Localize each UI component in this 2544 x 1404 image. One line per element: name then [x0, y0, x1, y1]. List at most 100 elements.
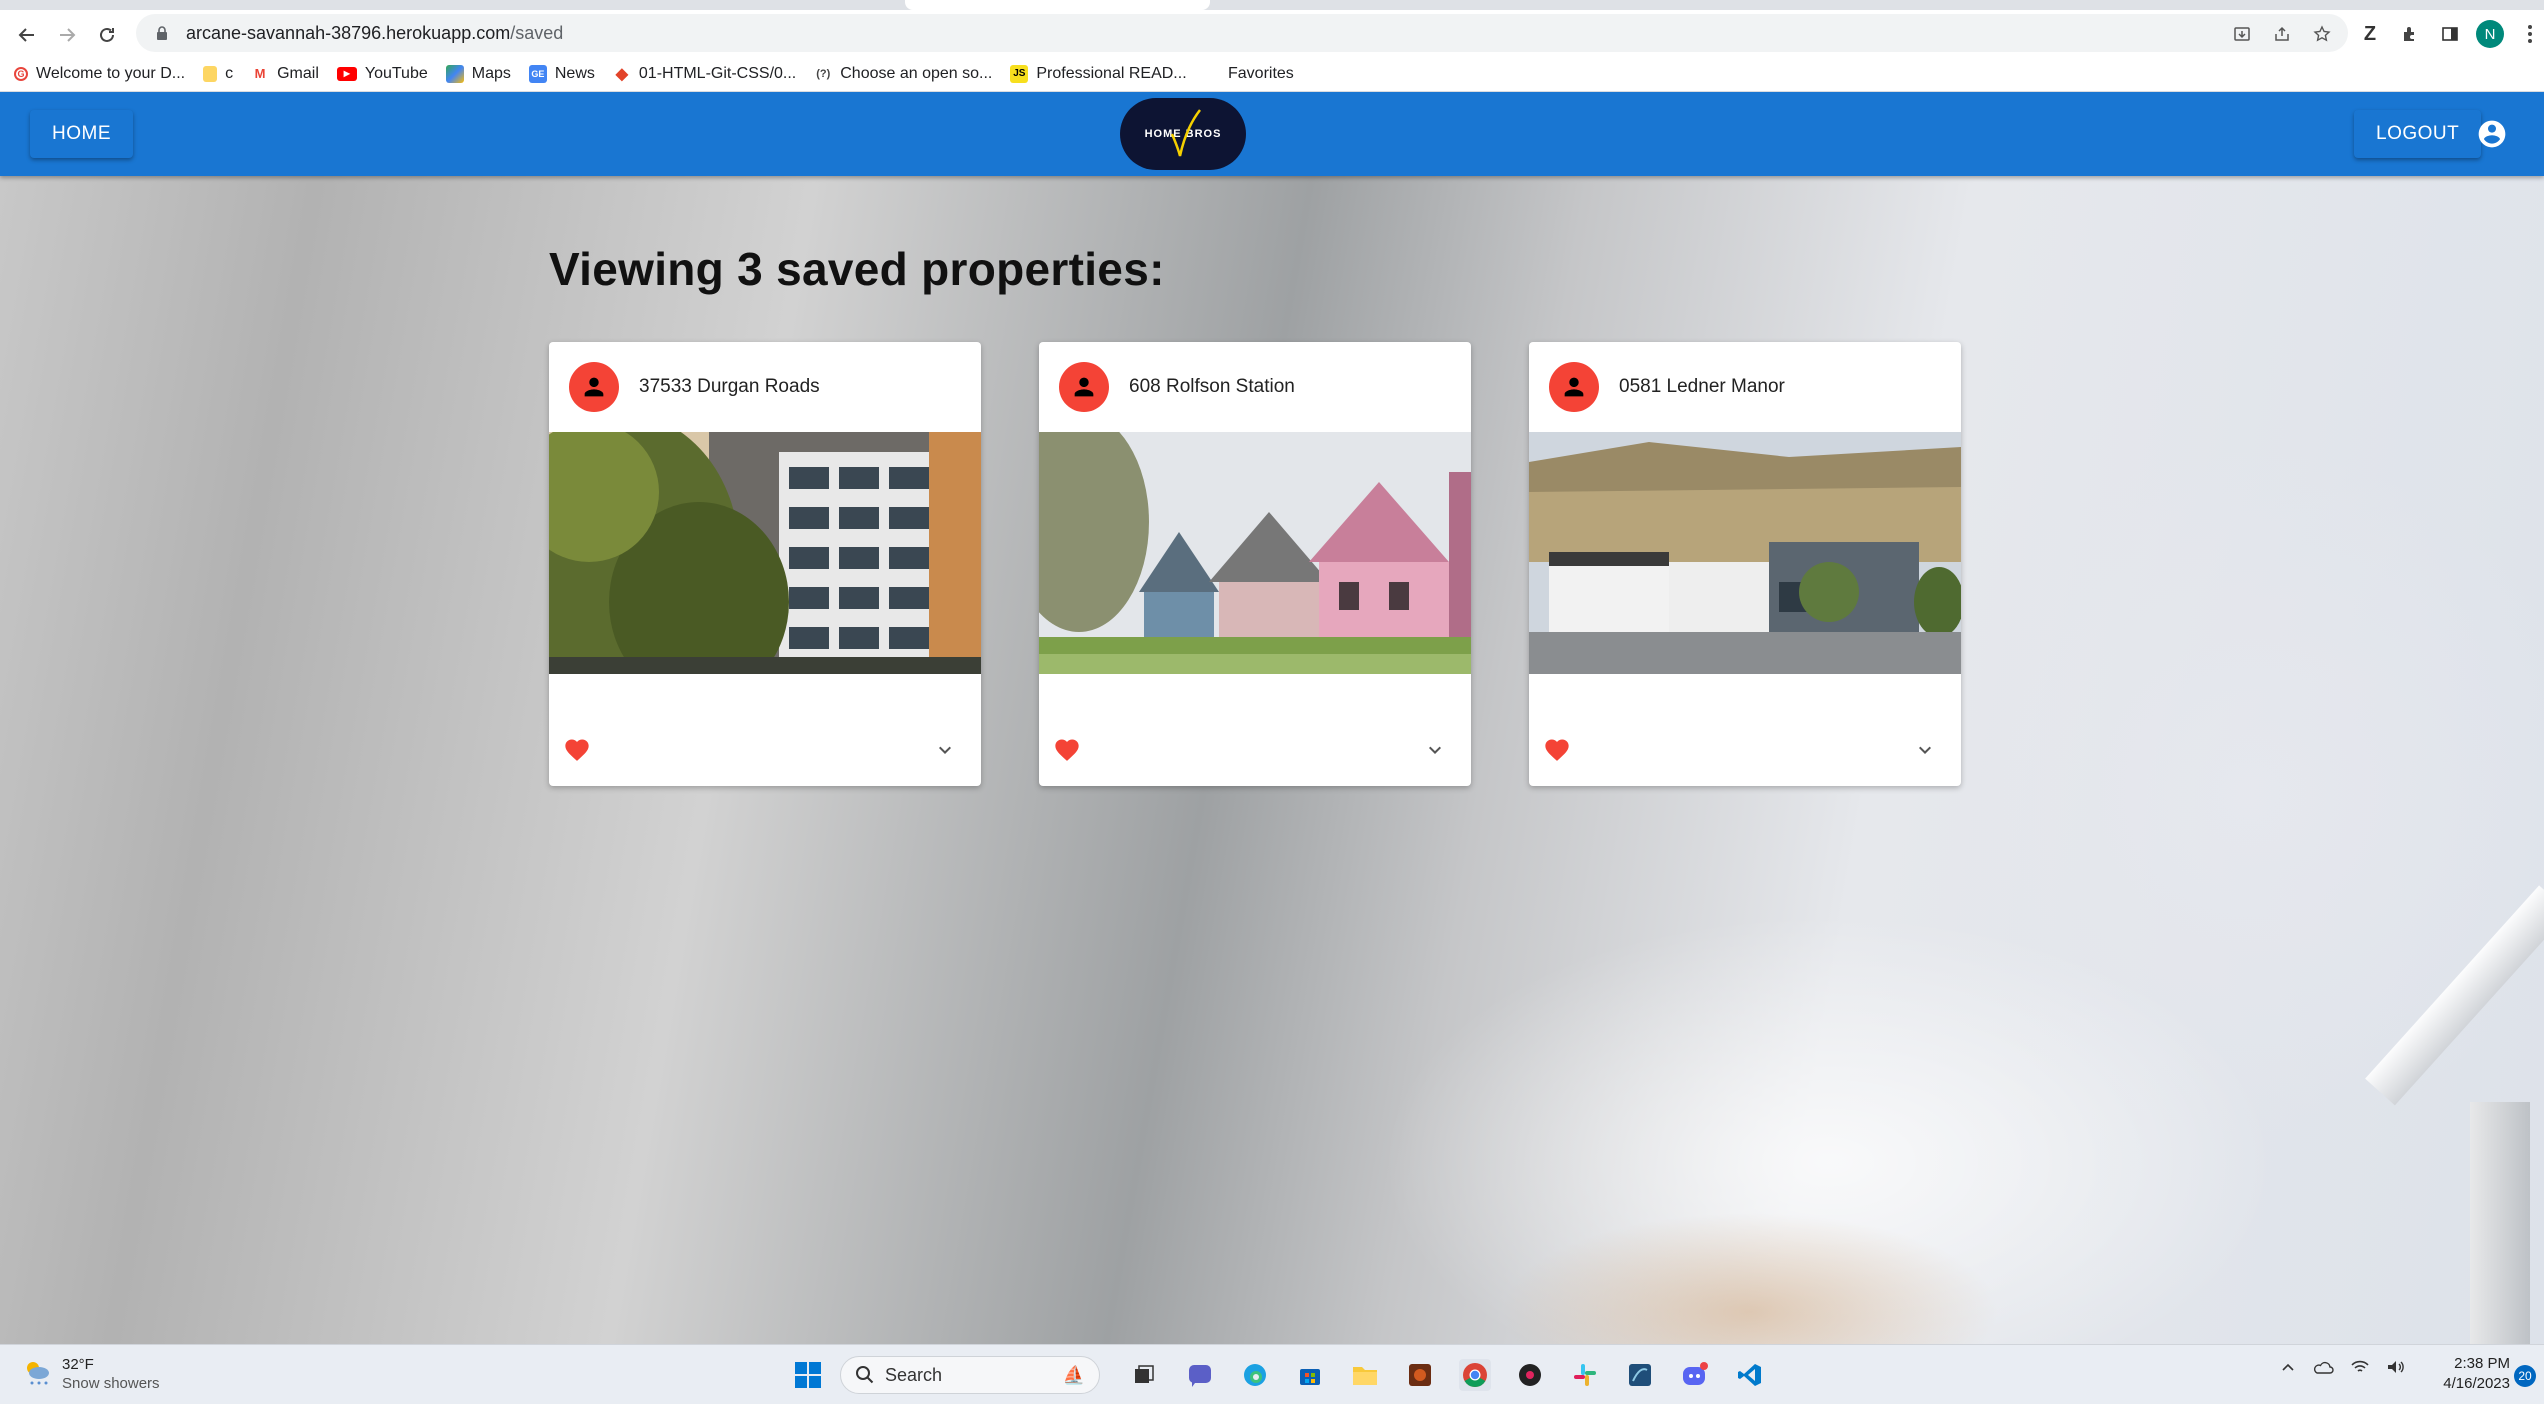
- card-header: 608 Rolfson Station: [1039, 342, 1471, 432]
- file-explorer-icon[interactable]: [1349, 1359, 1381, 1391]
- game-app-icon[interactable]: [1404, 1359, 1436, 1391]
- property-address: 37533 Durgan Roads: [639, 376, 820, 397]
- vscode-icon[interactable]: [1734, 1359, 1766, 1391]
- wifi-icon[interactable]: [2350, 1359, 2370, 1380]
- search-label: Search: [885, 1364, 943, 1385]
- star-icon[interactable]: [2308, 20, 2336, 48]
- zotero-icon[interactable]: Z: [2356, 20, 2384, 48]
- store-icon[interactable]: [1294, 1359, 1326, 1391]
- menu-icon[interactable]: [2516, 20, 2544, 48]
- person-icon: [1074, 377, 1094, 397]
- gitlab-icon: ◆: [615, 65, 629, 83]
- bookmark-label: News: [554, 64, 595, 82]
- active-tab[interactable]: [905, 0, 1210, 10]
- page-title: Viewing 3 saved properties:: [549, 243, 1165, 295]
- edge-icon[interactable]: [1239, 1359, 1271, 1391]
- bookmark-item[interactable]: M Gmail: [251, 65, 319, 83]
- chevron-up-icon[interactable]: [2280, 1359, 2296, 1380]
- property-card: 37533 Durgan Roads: [549, 342, 981, 786]
- logo-checkmark-icon: [1170, 109, 1201, 157]
- favorite-heart-icon[interactable]: [1049, 732, 1085, 768]
- property-image[interactable]: [549, 432, 981, 674]
- discord-icon[interactable]: [1679, 1359, 1711, 1391]
- windows-start-icon[interactable]: [792, 1359, 824, 1391]
- system-tray: [2280, 1359, 2406, 1380]
- person-icon: [584, 377, 604, 397]
- expand-more-icon[interactable]: [927, 732, 963, 768]
- expand-more-icon[interactable]: [1417, 732, 1453, 768]
- slack-icon[interactable]: [1569, 1359, 1601, 1391]
- extensions-icon[interactable]: [2396, 20, 2424, 48]
- clock-date: 4/16/2023: [2443, 1375, 2510, 1392]
- card-actions: [1039, 674, 1471, 786]
- mysql-workbench-icon[interactable]: [1624, 1359, 1656, 1391]
- taskbar-search[interactable]: Search ⛵: [840, 1356, 1100, 1394]
- home-bros-logo[interactable]: HOME BROS: [1120, 98, 1246, 170]
- favorite-heart-icon[interactable]: [1539, 732, 1575, 768]
- bookmark-item[interactable]: ▶ YouTube: [336, 65, 428, 83]
- url-text: arcane-savannah-38796.herokuapp.com/save…: [186, 22, 564, 43]
- js-icon: JS: [1010, 64, 1029, 83]
- logout-button[interactable]: LOGOUT: [2354, 110, 2482, 158]
- app-bar: HOME HOME BROS LOGOUT: [0, 92, 2544, 176]
- share-icon[interactable]: [2268, 20, 2296, 48]
- tab-strip: [0, 0, 2544, 10]
- bookmark-item[interactable]: GE News: [528, 64, 595, 83]
- bookmark-label: Maps: [471, 64, 511, 82]
- profile-avatar[interactable]: N: [2476, 20, 2504, 48]
- favorites-folder[interactable]: Favorites: [1228, 56, 1294, 92]
- card-avatar: [1059, 362, 1109, 412]
- bookmark-item[interactable]: Maps: [445, 64, 511, 83]
- bookmark-item[interactable]: ◆ 01-HTML-Git-CSS/0...: [613, 64, 797, 83]
- install-icon[interactable]: [2228, 20, 2256, 48]
- bookmark-item[interactable]: JS Professional READ...: [1010, 64, 1187, 83]
- music-app-icon[interactable]: [1514, 1359, 1546, 1391]
- bookmark-label: c: [225, 64, 234, 82]
- snow-cloud-icon: [22, 1357, 52, 1392]
- bookmark-item[interactable]: G Welcome to your D...: [14, 65, 185, 83]
- address-bar[interactable]: arcane-savannah-38796.herokuapp.com/save…: [136, 14, 2348, 52]
- onedrive-icon[interactable]: [2312, 1359, 2334, 1380]
- maps-icon: [445, 64, 464, 83]
- bookmark-item[interactable]: (?) Choose an open so...: [814, 65, 992, 83]
- home-button[interactable]: HOME: [30, 110, 133, 158]
- background-railing: [2470, 1102, 2530, 1344]
- gmail-icon: M: [254, 66, 266, 81]
- expand-more-icon[interactable]: [1907, 732, 1943, 768]
- card-actions: [1529, 674, 1961, 786]
- reload-icon[interactable]: [92, 20, 122, 50]
- lock-icon[interactable]: [154, 25, 170, 41]
- folder-icon: [203, 65, 218, 82]
- property-address: 608 Rolfson Station: [1129, 376, 1295, 397]
- side-panel-icon[interactable]: [2436, 20, 2464, 48]
- card-avatar: [1549, 362, 1599, 412]
- bookmark-label: Choose an open so...: [840, 64, 993, 82]
- bookmark-item[interactable]: c: [203, 65, 233, 83]
- chrome-icon[interactable]: [1459, 1359, 1491, 1391]
- notification-badge[interactable]: 20: [2514, 1365, 2536, 1387]
- background-blur: [1500, 1212, 2000, 1344]
- volume-icon[interactable]: [2386, 1359, 2406, 1380]
- task-view-icon[interactable]: [1128, 1359, 1160, 1391]
- account-circle-icon[interactable]: [2476, 118, 2508, 150]
- favorite-heart-icon[interactable]: [559, 732, 595, 768]
- forward-icon[interactable]: [52, 20, 82, 50]
- system-clock[interactable]: 2:38 PM 4/16/2023: [2434, 1354, 2510, 1394]
- back-icon[interactable]: [12, 20, 42, 50]
- browser-toolbar: arcane-savannah-38796.herokuapp.com/save…: [0, 10, 2544, 58]
- teams-chat-icon[interactable]: [1184, 1359, 1216, 1391]
- property-image[interactable]: [1529, 432, 1961, 674]
- bookmark-label: Professional READ...: [1036, 64, 1187, 82]
- clock-time: 2:38 PM: [2454, 1355, 2510, 1372]
- card-header: 37533 Durgan Roads: [549, 342, 981, 432]
- bookmarks-bar: G Welcome to your D... c M Gmail ▶ YouTube …: [0, 56, 2544, 92]
- bookmark-label: 01-HTML-Git-CSS/0...: [638, 64, 797, 82]
- weather-widget[interactable]: 32°F Snow showers: [22, 1355, 160, 1393]
- person-icon: [1564, 377, 1584, 397]
- news-icon: GE: [528, 64, 547, 83]
- property-image[interactable]: [1039, 432, 1471, 674]
- weather-temperature: 32°F: [62, 1356, 94, 1373]
- property-card: 608 Rolfson Station: [1039, 342, 1471, 786]
- search-highlight-icon: ⛵: [1062, 1364, 1085, 1385]
- youtube-icon: ▶: [336, 66, 357, 81]
